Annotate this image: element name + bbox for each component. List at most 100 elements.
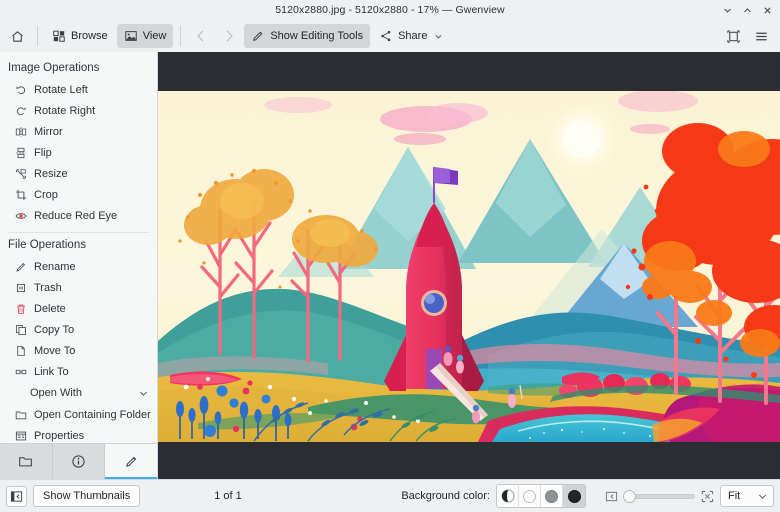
sidebar-item-link-to[interactable]: Link To: [0, 361, 157, 382]
sidebar-item-open-containing-folder[interactable]: Open Containing Folder: [0, 404, 157, 425]
sidebar-item-label: Mirror: [34, 126, 63, 138]
share-button[interactable]: Share: [372, 24, 450, 48]
displayed-image: [158, 91, 780, 442]
title-bar: 5120x2880.jpg - 5120x2880 - 17% — Gwenvi…: [0, 0, 780, 20]
mirror-icon: [14, 125, 27, 138]
resize-icon: [14, 167, 27, 180]
zoom-out-icon[interactable]: [604, 489, 618, 503]
show-editing-tools-label: Show Editing Tools: [270, 30, 363, 42]
move-icon: [14, 344, 27, 357]
pencil-icon: [124, 454, 139, 469]
gwenview-window: 5120x2880.jpg - 5120x2880 - 17% — Gwenvi…: [0, 0, 780, 512]
toolbar-separator-2: [180, 26, 181, 46]
image-viewer[interactable]: [158, 52, 780, 479]
toolbar-separator-1: [37, 26, 38, 46]
copy-icon: [14, 323, 27, 336]
sidebar-item-rotate-right[interactable]: Rotate Right: [0, 100, 157, 121]
sidebar-item-label: Trash: [34, 282, 62, 294]
zoom-fit-icon[interactable]: [700, 489, 714, 503]
sidebar-content: Image Operations Rotate Left: [0, 52, 157, 443]
chevron-down-icon: [138, 388, 149, 399]
sidebar-open-with-section[interactable]: Open With: [0, 382, 157, 404]
zoom-slider[interactable]: [623, 489, 695, 503]
home-button[interactable]: [4, 24, 30, 48]
sidebar-item-label: Reduce Red Eye: [34, 210, 117, 222]
sidebar-item-properties[interactable]: Properties: [0, 425, 157, 443]
folder-icon: [18, 454, 33, 469]
zoom-mode-select[interactable]: Fit: [720, 485, 774, 507]
open-with-label: Open With: [30, 387, 82, 399]
sidebar-item-label: Move To: [34, 345, 75, 357]
red-eye-icon: [14, 209, 27, 222]
zoom-controls: [604, 489, 714, 503]
sidebar-item-crop[interactable]: Crop: [0, 184, 157, 205]
chevron-down-icon: [434, 32, 443, 41]
view-button[interactable]: View: [117, 24, 174, 48]
main-toolbar: Browse View: [0, 20, 780, 52]
view-label: View: [143, 30, 167, 42]
show-thumbnails-button[interactable]: Show Thumbnails: [33, 485, 140, 507]
crop-icon: [14, 188, 27, 201]
background-color-swatches: [496, 484, 586, 508]
sidebar-item-flip[interactable]: Flip: [0, 142, 157, 163]
sidebar-item-label: Properties: [34, 430, 84, 442]
zoom-mode-value: Fit: [728, 490, 740, 502]
image-canvas[interactable]: [158, 91, 780, 442]
file-operations-heading: File Operations: [0, 235, 157, 256]
pencil-icon: [14, 260, 27, 273]
sidebar-item-label: Rename: [34, 261, 76, 273]
sidebar-item-rotate-left[interactable]: Rotate Left: [0, 79, 157, 100]
close-icon[interactable]: [758, 1, 776, 19]
swatch-dot: [523, 490, 536, 503]
flip-icon: [14, 146, 27, 159]
swatch-black[interactable]: [563, 485, 585, 507]
sidebar-tab-operations[interactable]: [105, 444, 157, 479]
sidebar-item-label: Rotate Left: [34, 84, 88, 96]
sidebar-tab-folders[interactable]: [0, 444, 53, 479]
sidebar-item-rename[interactable]: Rename: [0, 256, 157, 277]
delete-icon: [14, 302, 27, 315]
sidebar-item-label: Flip: [34, 147, 52, 159]
swatch-gray[interactable]: [541, 485, 563, 507]
sidebar-item-delete[interactable]: Delete: [0, 298, 157, 319]
show-editing-tools-button[interactable]: Show Editing Tools: [244, 24, 370, 48]
page-indicator: 1 of 1: [214, 490, 242, 502]
share-label: Share: [398, 30, 427, 42]
operations-sidebar: Image Operations Rotate Left: [0, 52, 158, 479]
zoom-slider-handle[interactable]: [623, 490, 636, 503]
maximize-icon[interactable]: [738, 1, 756, 19]
sidebar-item-move-to[interactable]: Move To: [0, 340, 157, 361]
browse-button[interactable]: Browse: [45, 24, 115, 48]
fullscreen-button[interactable]: [720, 24, 746, 48]
sidebar-item-copy-to[interactable]: Copy To: [0, 319, 157, 340]
window-title: 5120x2880.jpg - 5120x2880 - 17% — Gwenvi…: [275, 4, 505, 16]
sidebar-item-trash[interactable]: Trash: [0, 277, 157, 298]
swatch-auto[interactable]: [497, 485, 519, 507]
swatch-white[interactable]: [519, 485, 541, 507]
hamburger-menu-icon[interactable]: [748, 24, 774, 48]
sidebar-item-label: Crop: [34, 189, 58, 201]
link-icon: [14, 365, 27, 378]
sidebar-item-mirror[interactable]: Mirror: [0, 121, 157, 142]
main-body: Image Operations Rotate Left: [0, 52, 780, 479]
sidebar-item-label: Link To: [34, 366, 69, 378]
sidebar-item-label: Copy To: [34, 324, 74, 336]
previous-button[interactable]: [188, 24, 214, 48]
window-controls: [718, 0, 776, 20]
minimize-icon[interactable]: [718, 1, 736, 19]
sidebar-divider: [8, 232, 149, 233]
sidebar-item-reduce-red-eye[interactable]: Reduce Red Eye: [0, 205, 157, 226]
sidebar-item-resize[interactable]: Resize: [0, 163, 157, 184]
next-button[interactable]: [216, 24, 242, 48]
swatch-dot: [545, 490, 558, 503]
sidebar-item-label: Resize: [34, 168, 68, 180]
sidebar-item-label: Delete: [34, 303, 66, 315]
rotate-left-icon: [14, 83, 27, 96]
background-color-label: Background color:: [401, 490, 490, 502]
swatch-dot: [568, 490, 581, 503]
sidebar-tab-bar: [0, 443, 157, 479]
browse-icon: [52, 29, 66, 43]
toggle-sidebar-button[interactable]: [6, 486, 27, 507]
viewer-bottom-bar: Show Thumbnails 1 of 1 Background color:: [0, 479, 780, 512]
sidebar-tab-information[interactable]: [53, 444, 106, 479]
